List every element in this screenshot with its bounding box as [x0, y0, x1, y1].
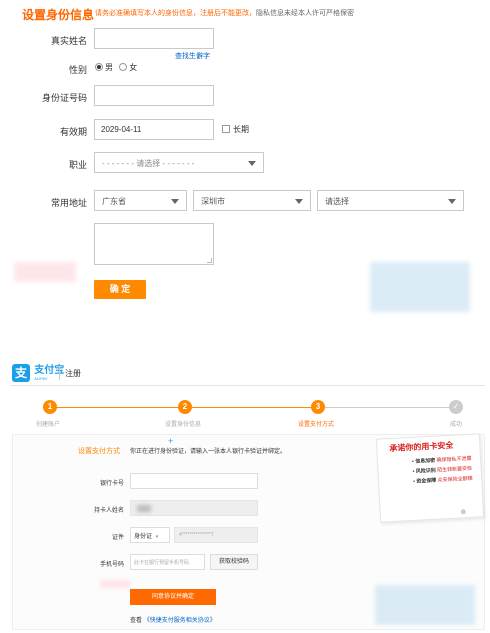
step-2-marker: 2 — [178, 400, 192, 414]
id-masked-field: 4***************7 — [174, 527, 258, 543]
notice-line: 请务必准确填写本人的身份信息，注册后不能更改，隐私信息未经本人许可严格保密 — [95, 8, 354, 18]
validity-label: 有效期 — [59, 127, 87, 137]
step-1-marker: 1 — [43, 400, 57, 414]
step-4-label: 成功 — [450, 422, 463, 428]
card-number-input[interactable] — [130, 473, 258, 489]
holder-name-field — [130, 500, 258, 516]
province-select[interactable]: 广东省 — [94, 190, 187, 211]
blurred-overlay — [100, 580, 130, 588]
promo-item-desc: 陌生转账要安检 — [436, 465, 473, 474]
male-label: 男 — [105, 63, 113, 72]
name-label: 真实姓名 — [50, 36, 87, 46]
section-description: 你正在进行身份验证，请输入一张本人银行卡验证并绑定。 — [130, 449, 287, 455]
pin-icon — [460, 509, 466, 515]
agreement-line: 查看 《快捷支付服务相关协议》 — [130, 615, 216, 624]
alipay-icon: 支 — [12, 364, 30, 382]
resize-handle-icon — [207, 258, 212, 263]
header-rule — [10, 385, 485, 386]
crosshair-icon: + — [168, 436, 174, 446]
promo-item-title: • 风险识别 — [412, 467, 436, 475]
province-value: 广东省 — [102, 197, 126, 206]
security-promo-card: 承诺你的用卡安全 • 信息加密 确保隐私不泄露 • 风险识别 陌生转账要安检 •… — [375, 433, 485, 523]
view-prefix: 查看 — [130, 618, 143, 624]
id-type-value: 身份证 — [134, 534, 153, 540]
header-divider — [59, 366, 60, 380]
name-input[interactable] — [94, 28, 214, 49]
id-masked-value: 4***************7 — [179, 532, 214, 538]
female-radio[interactable] — [119, 63, 128, 71]
long-term-checkbox[interactable] — [222, 125, 230, 133]
chevron-down-icon — [248, 161, 256, 166]
city-value: 深圳市 — [201, 197, 225, 206]
promo-item: • 信息加密 确保隐私不泄露 — [412, 455, 472, 465]
privacy-text: 隐私信息未经本人许可严格保密 — [256, 10, 354, 17]
id-type-label: 证件 — [111, 535, 124, 541]
promo-item-desc: 确保隐私不泄露 — [436, 455, 472, 464]
blurred-overlay — [375, 585, 475, 625]
female-label: 女 — [129, 63, 138, 72]
step-3-marker: 3 — [311, 400, 325, 414]
city-select[interactable]: 深圳市 — [193, 190, 311, 211]
promo-item-title: • 资金保障 — [413, 477, 437, 485]
get-code-button[interactable]: 获取校验码 — [210, 554, 258, 570]
promo-heading: 承诺你的用卡安全 — [389, 439, 454, 454]
get-code-label: 获取校验码 — [218, 559, 249, 565]
agreement-link[interactable]: 《快捷支付服务相关协议》 — [144, 618, 216, 624]
validity-input[interactable]: 2029-04-11 — [94, 119, 214, 140]
alipay-logo[interactable]: 支 支付宝 ALIPAY — [12, 364, 64, 382]
blurred-overlay — [370, 262, 470, 312]
district-value: 请选择 — [325, 197, 349, 206]
page-title: 设置身份信息 — [22, 8, 95, 22]
phone-placeholder: 此卡在银行预留手机号码 — [134, 560, 190, 566]
long-term-label: 长期 — [233, 125, 249, 134]
phone-label: 手机号码 — [99, 562, 124, 568]
validity-value: 2029-04-11 — [101, 125, 142, 134]
id-number-input[interactable] — [94, 85, 214, 106]
blurred-name — [137, 505, 151, 512]
chevron-down-icon — [448, 199, 456, 204]
district-select[interactable]: 请选择 — [317, 190, 464, 211]
card-number-label: 银行卡号 — [99, 481, 124, 487]
agree-confirm-button[interactable]: 同意协议并确定 — [130, 589, 216, 605]
chevron-down-icon — [295, 199, 303, 204]
holder-name-label: 持卡人姓名 — [93, 508, 124, 514]
id-type-select[interactable]: 身份证 ▾ — [130, 527, 170, 543]
section-title: 设置支付方式 — [78, 448, 120, 455]
gender-label: 性别 — [68, 65, 87, 75]
notice-text: 请务必准确填写本人的身份信息，注册后不能更改， — [95, 10, 256, 17]
rare-char-link[interactable]: 查找生僻字 — [175, 51, 210, 61]
step-1-label: 创建账户 — [36, 422, 61, 428]
chevron-down-icon — [171, 199, 179, 204]
promo-item-title: • 信息加密 — [411, 457, 436, 465]
blurred-overlay — [14, 262, 76, 282]
promo-item: • 风险识别 陌生转账要安检 — [412, 465, 472, 475]
id-number-label: 身份证号码 — [41, 93, 87, 103]
job-select-value: - - - - - - - 请选择 - - - - - - - — [102, 159, 195, 168]
long-term-option[interactable]: 长期 — [222, 124, 249, 135]
step-done-check-icon: ✓ — [449, 400, 463, 414]
confirm-button[interactable]: 确 定 — [94, 280, 146, 299]
male-radio[interactable] — [95, 63, 103, 71]
step-2-label: 设置身份信息 — [165, 422, 202, 428]
address-detail-textarea[interactable] — [94, 223, 214, 265]
gender-options: 男 女 — [95, 62, 137, 73]
page-label: 注册 — [65, 369, 81, 378]
address-label: 常用地址 — [50, 198, 87, 208]
job-select[interactable]: - - - - - - - 请选择 - - - - - - - — [94, 152, 264, 173]
promo-item-desc: 众安保险全额赔 — [437, 475, 473, 484]
step-3-label: 设置支付方式 — [298, 422, 335, 428]
job-label: 职业 — [68, 160, 87, 170]
phone-input[interactable]: 此卡在银行预留手机号码 — [130, 554, 205, 570]
promo-item: • 资金保障 众安保险全额赔 — [413, 475, 473, 485]
progress-line-pending — [318, 407, 456, 408]
chevron-down-icon: ▾ — [155, 534, 159, 540]
